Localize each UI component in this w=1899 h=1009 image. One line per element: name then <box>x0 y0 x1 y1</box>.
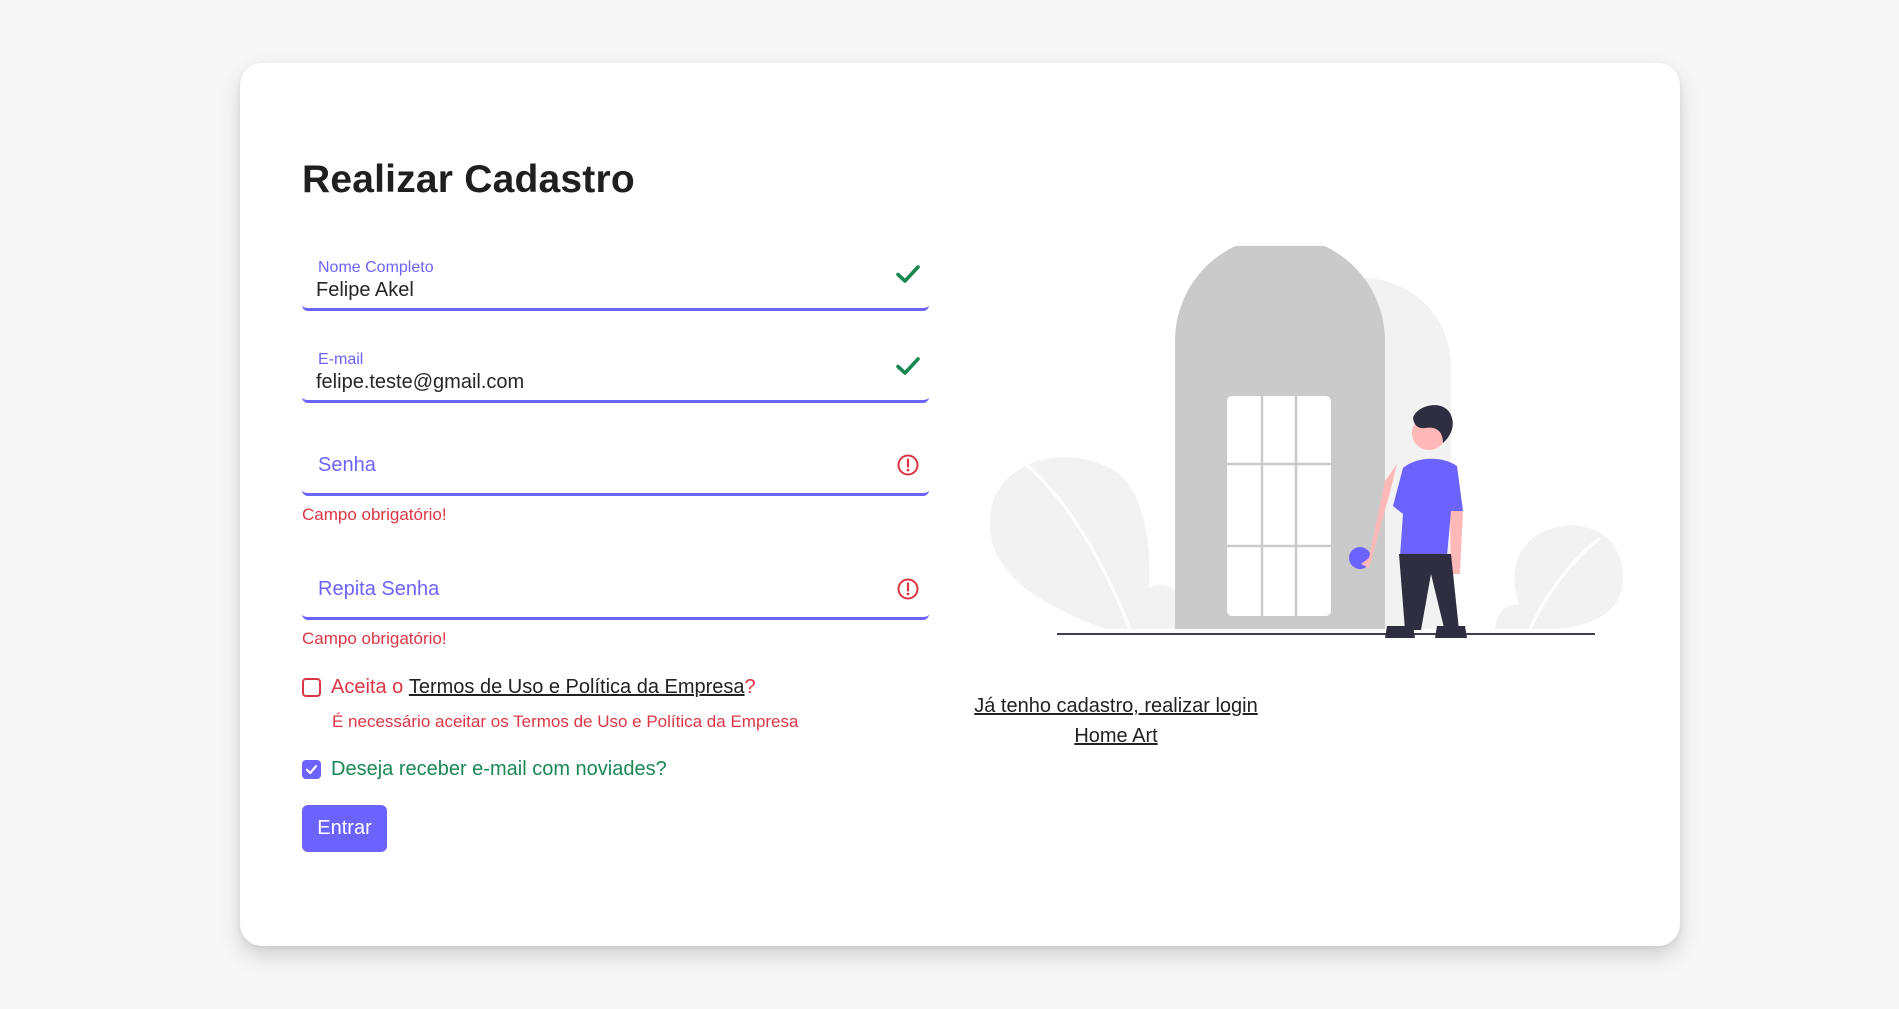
terms-label-prefix: Aceita o <box>331 676 409 698</box>
email-field-label: E-mail <box>318 351 364 368</box>
newsletter-label: Deseja receber e-mail com noviades? <box>331 758 667 780</box>
name-field-label: Nome Completo <box>318 259 434 276</box>
password-field[interactable]: Senha <box>302 434 929 496</box>
door-illustration <box>989 246 1624 638</box>
password-field-placeholder: Senha <box>318 454 376 476</box>
page-title: Realizar Cadastro <box>302 158 635 201</box>
newsletter-checkbox[interactable] <box>302 760 321 779</box>
terms-error: É necessário aceitar os Termos de Uso e … <box>332 712 799 731</box>
newsletter-checkbox-row: Deseja receber e-mail com noviades? <box>302 758 667 781</box>
terms-checkbox[interactable] <box>302 678 321 697</box>
repeat-password-error: Campo obrigatório! <box>302 629 447 648</box>
exclamation-circle-icon <box>897 578 919 600</box>
name-field-value[interactable]: Felipe Akel <box>316 279 414 302</box>
password-error: Campo obrigatório! <box>302 505 447 524</box>
email-field[interactable]: E-mail felipe.teste@gmail.com <box>302 341 929 403</box>
exclamation-circle-icon <box>897 454 919 476</box>
check-icon <box>896 265 920 283</box>
check-icon <box>896 357 920 375</box>
checkmark-icon <box>305 765 318 775</box>
terms-link[interactable]: Termos de Uso e Política da Empresa <box>409 676 745 699</box>
signup-card: Realizar Cadastro Nome Completo Felipe A… <box>240 63 1680 946</box>
terms-label-suffix: ? <box>744 676 756 698</box>
login-link[interactable]: Já tenho cadastro, realizar login <box>916 695 1316 718</box>
home-link[interactable]: Home Art <box>916 725 1316 748</box>
repeat-password-field-placeholder: Repita Senha <box>318 578 440 600</box>
repeat-password-field[interactable]: Repita Senha <box>302 558 929 620</box>
email-field-value[interactable]: felipe.teste@gmail.com <box>316 371 524 394</box>
name-field[interactable]: Nome Completo Felipe Akel <box>302 249 929 311</box>
submit-button[interactable]: Entrar <box>302 805 387 852</box>
terms-checkbox-row: Aceita o Termos de Uso e Política da Emp… <box>302 676 756 699</box>
